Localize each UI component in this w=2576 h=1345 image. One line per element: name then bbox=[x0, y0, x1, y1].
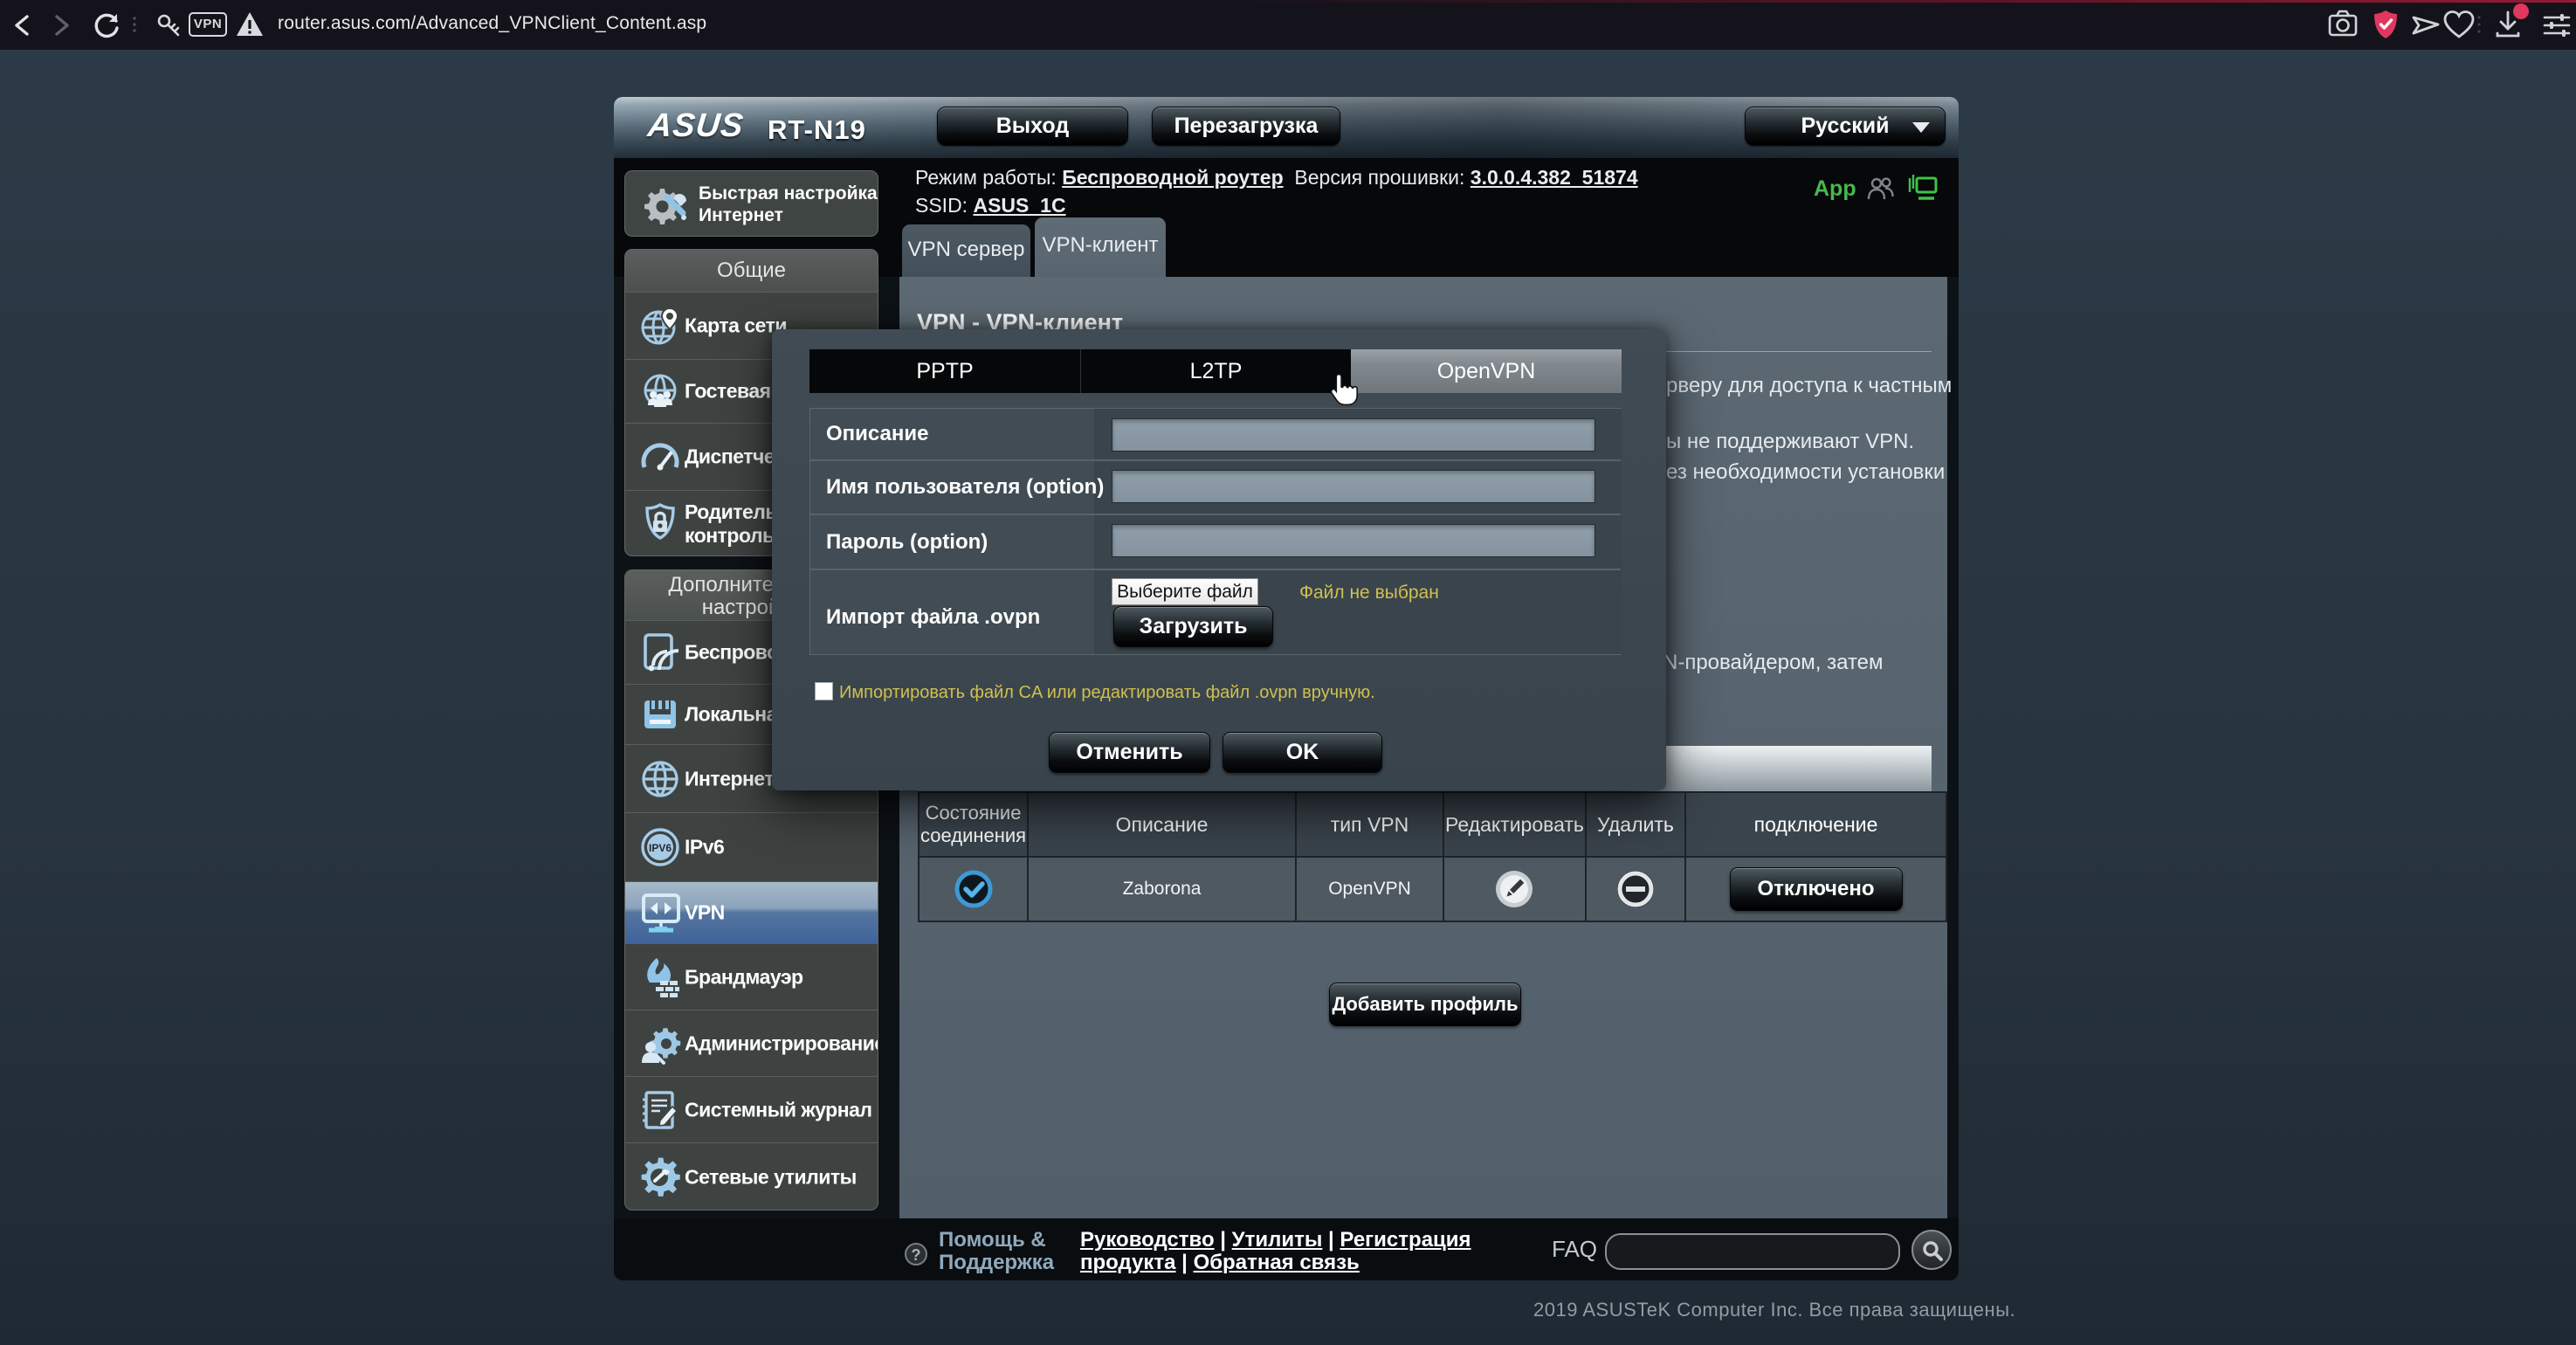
svg-text:IPV6: IPV6 bbox=[649, 842, 672, 854]
